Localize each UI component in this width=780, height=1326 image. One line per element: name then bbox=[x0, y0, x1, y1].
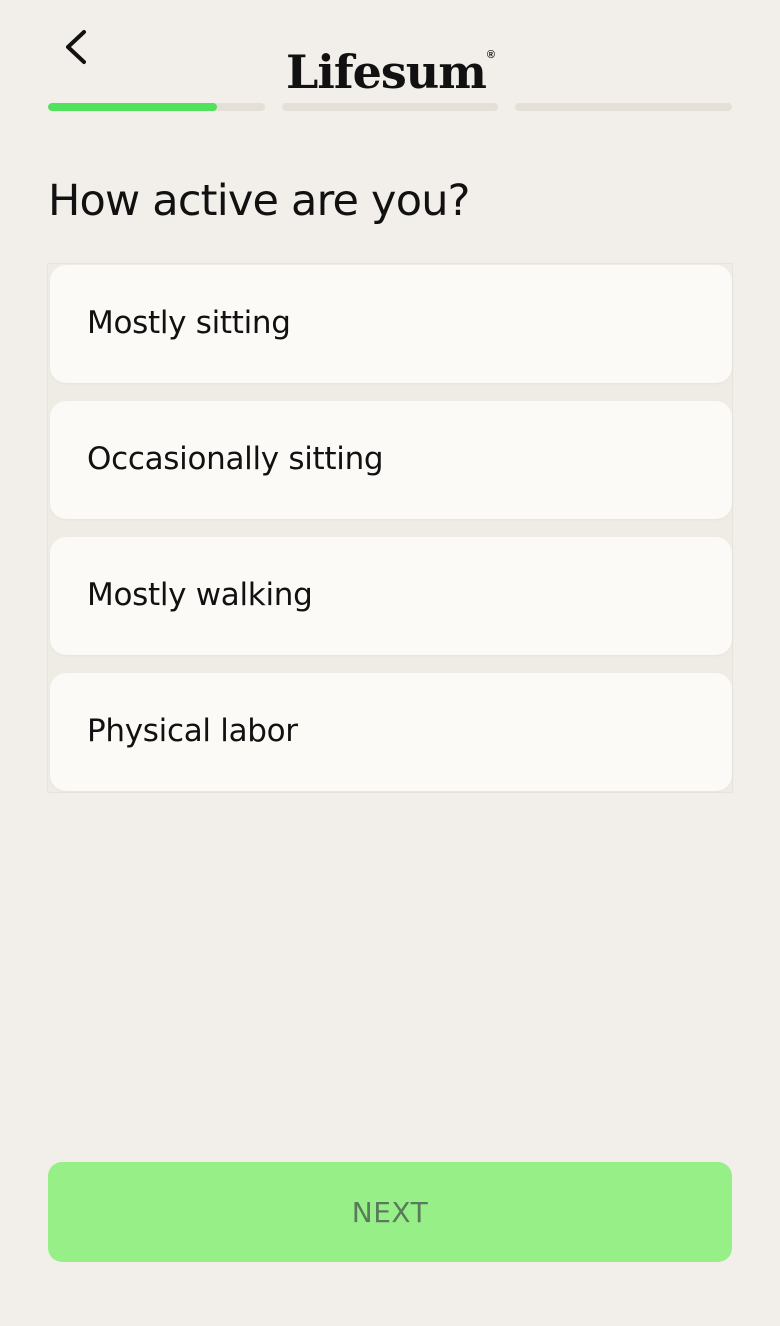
option-occasionally-sitting[interactable]: Occasionally sitting bbox=[50, 401, 732, 519]
option-label: Mostly sitting bbox=[87, 305, 291, 341]
logo-text: Lifesum bbox=[286, 45, 487, 99]
lifesum-logo: Lifesum® bbox=[0, 26, 780, 101]
activity-options-list: Mostly sitting Occasionally sitting Most… bbox=[47, 263, 733, 793]
question-title: How active are you? bbox=[48, 176, 470, 226]
progress-bar bbox=[48, 103, 732, 112]
progress-segment-1 bbox=[48, 103, 265, 111]
progress-segment-2 bbox=[282, 103, 498, 111]
header: Lifesum® bbox=[0, 0, 780, 100]
option-physical-labor[interactable]: Physical labor bbox=[50, 673, 732, 791]
option-label: Physical labor bbox=[87, 713, 298, 749]
option-mostly-walking[interactable]: Mostly walking bbox=[50, 537, 732, 655]
next-button[interactable]: NEXT bbox=[48, 1162, 732, 1262]
option-label: Occasionally sitting bbox=[87, 441, 384, 477]
progress-segment-1-fill bbox=[48, 103, 218, 111]
option-mostly-sitting[interactable]: Mostly sitting bbox=[50, 265, 732, 383]
progress-segment-3 bbox=[515, 103, 732, 111]
option-label: Mostly walking bbox=[87, 577, 313, 613]
logo-registered-mark: ® bbox=[486, 49, 495, 61]
